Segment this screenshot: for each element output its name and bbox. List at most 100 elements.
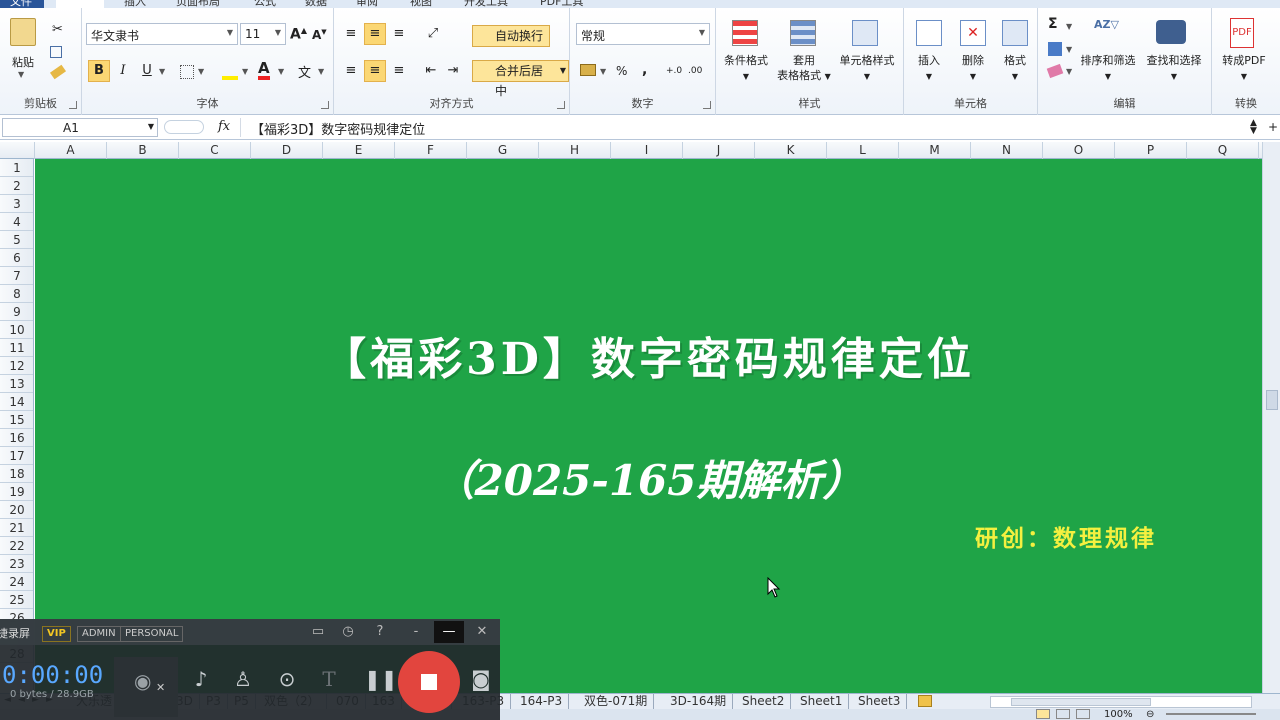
vip-badge[interactable]: VIP	[42, 626, 71, 642]
cell-styles-icon[interactable]	[852, 20, 878, 46]
format-cells-icon[interactable]	[1002, 20, 1028, 46]
tab-page-layout[interactable]: 页面布局	[176, 0, 220, 8]
column-header[interactable]: O	[1043, 142, 1115, 159]
close-icon[interactable]: ✕	[470, 621, 494, 643]
column-header[interactable]: E	[323, 142, 395, 159]
row-header[interactable]: 19	[0, 483, 33, 501]
format-painter-icon[interactable]	[49, 64, 67, 80]
row-header[interactable]: 6	[0, 249, 33, 267]
webcam-button[interactable]: ◉ ✕	[114, 657, 178, 717]
phonetic-icon[interactable]: 文	[298, 62, 311, 81]
delete-cells-button[interactable]: 删除 ▼	[952, 53, 994, 84]
border-icon[interactable]	[180, 65, 194, 79]
tab-pdf-tools[interactable]: PDF工具	[540, 0, 583, 8]
row-header[interactable]: 3	[0, 195, 33, 213]
bold-button[interactable]: B	[88, 60, 110, 82]
font-size-select[interactable]: 11 ▼	[240, 23, 286, 45]
formula-input[interactable]: 【福彩3D】数字密码规律定位	[240, 118, 1246, 138]
scrollbar-thumb[interactable]	[1011, 698, 1151, 706]
normal-view-icon[interactable]	[1036, 709, 1050, 719]
cell-styles-button[interactable]: 单元格样式 ▼	[834, 53, 900, 84]
column-header[interactable]: F	[395, 142, 467, 159]
column-header[interactable]: J	[683, 142, 755, 159]
expand-formula-bar-icon[interactable]: ▲ ▼	[1250, 119, 1257, 136]
screenshot-camera-icon[interactable]: ◙	[468, 667, 494, 691]
zoom-level[interactable]: 100%	[1104, 709, 1133, 720]
clock-icon[interactable]: ◷	[336, 621, 360, 643]
tab-developer[interactable]: 开发工具	[464, 0, 508, 8]
align-left-icon[interactable]: ≡	[340, 60, 362, 82]
clear-dropdown-icon[interactable]: ▼	[1066, 67, 1072, 76]
fill-color-dropdown-icon[interactable]: ▼	[242, 67, 248, 76]
folder-icon[interactable]: ▭	[306, 621, 330, 643]
cut-icon[interactable]: ✂	[52, 22, 63, 37]
help-icon[interactable]: ?	[368, 621, 392, 643]
number-format-select[interactable]: 常规 ▼	[576, 23, 710, 45]
row-header[interactable]: 4	[0, 213, 33, 231]
sort-filter-icon[interactable]: AZ▽	[1094, 18, 1122, 48]
sheet-tab[interactable]: Sheet3	[852, 694, 908, 709]
tab-data[interactable]: 数据	[305, 0, 327, 8]
tab-insert[interactable]: 插入	[124, 0, 146, 8]
decrease-decimal-icon[interactable]: .00	[688, 66, 702, 76]
binoculars-icon[interactable]	[1156, 20, 1186, 44]
column-header[interactable]: L	[827, 142, 899, 159]
row-header[interactable]: 15	[0, 411, 33, 429]
sheet-tab[interactable]: 3D-164期	[664, 694, 734, 709]
fill-color-icon[interactable]	[222, 62, 238, 80]
insert-sheet-icon[interactable]	[918, 695, 932, 707]
row-header[interactable]: 21	[0, 519, 33, 537]
delete-cells-icon[interactable]: ✕	[960, 20, 986, 46]
tab-view[interactable]: 视图	[410, 0, 432, 8]
autosum-dropdown-icon[interactable]: ▼	[1066, 22, 1072, 31]
decrease-indent-icon[interactable]: ⇤	[420, 60, 442, 82]
underline-dropdown-icon[interactable]: ▼	[159, 67, 165, 76]
alignment-launcher[interactable]	[557, 101, 565, 109]
pdf-icon[interactable]: PDF	[1230, 18, 1254, 48]
admin-badge[interactable]: ADMIN	[77, 626, 121, 642]
row-header[interactable]: 16	[0, 429, 33, 447]
clear-icon[interactable]	[1046, 63, 1064, 79]
font-color-icon[interactable]: A	[258, 60, 270, 80]
text-annotation-icon[interactable]: T	[316, 667, 342, 691]
column-header[interactable]: A	[35, 142, 107, 159]
row-header[interactable]: 12	[0, 357, 33, 375]
row-header[interactable]: 13	[0, 375, 33, 393]
font-color-dropdown-icon[interactable]: ▼	[278, 67, 284, 76]
scrollbar-thumb[interactable]	[1266, 390, 1278, 410]
row-header[interactable]: 20	[0, 501, 33, 519]
row-header[interactable]: 2	[0, 177, 33, 195]
currency-dropdown-icon[interactable]: ▼	[600, 67, 606, 76]
name-box[interactable]: A1 ▼	[2, 118, 158, 137]
mouse-click-icon[interactable]: ⊙	[274, 667, 300, 691]
grow-font-button[interactable]: A▲	[290, 26, 307, 43]
fill-dropdown-icon[interactable]: ▼	[1066, 45, 1072, 54]
formula-bar-splitter[interactable]	[164, 120, 204, 134]
tab-file[interactable]: 文件	[0, 0, 44, 8]
microphone-icon[interactable]: ♙	[230, 667, 256, 691]
conditional-format-icon[interactable]	[732, 20, 758, 46]
underline-button[interactable]: U	[136, 60, 158, 82]
stop-recording-button[interactable]	[398, 651, 460, 713]
column-header[interactable]: B	[107, 142, 179, 159]
format-as-table-button[interactable]: 套用 表格格式 ▼	[772, 53, 836, 84]
column-header[interactable]: M	[899, 142, 971, 159]
row-header[interactable]: 1	[0, 159, 33, 177]
vertical-scrollbar[interactable]	[1262, 142, 1280, 693]
zoom-slider[interactable]	[1166, 713, 1256, 715]
format-cells-button[interactable]: 格式 ▼	[994, 53, 1036, 84]
row-header[interactable]: 25	[0, 591, 33, 609]
minimize-icon[interactable]: —	[434, 621, 464, 643]
format-as-table-icon[interactable]	[790, 20, 816, 46]
row-header[interactable]: 5	[0, 231, 33, 249]
page-break-view-icon[interactable]	[1076, 709, 1090, 719]
row-header[interactable]: 10	[0, 321, 33, 339]
number-launcher[interactable]	[703, 101, 711, 109]
percent-icon[interactable]: %	[616, 64, 627, 78]
conditional-format-button[interactable]: 条件格式 ▼	[718, 53, 774, 84]
align-center-icon[interactable]: ≡	[364, 60, 386, 82]
row-header[interactable]: 18	[0, 465, 33, 483]
align-bottom-icon[interactable]: ≡	[388, 23, 410, 45]
sheet-tab[interactable]: Sheet1	[794, 694, 850, 709]
personal-badge[interactable]: PERSONAL	[120, 626, 184, 642]
